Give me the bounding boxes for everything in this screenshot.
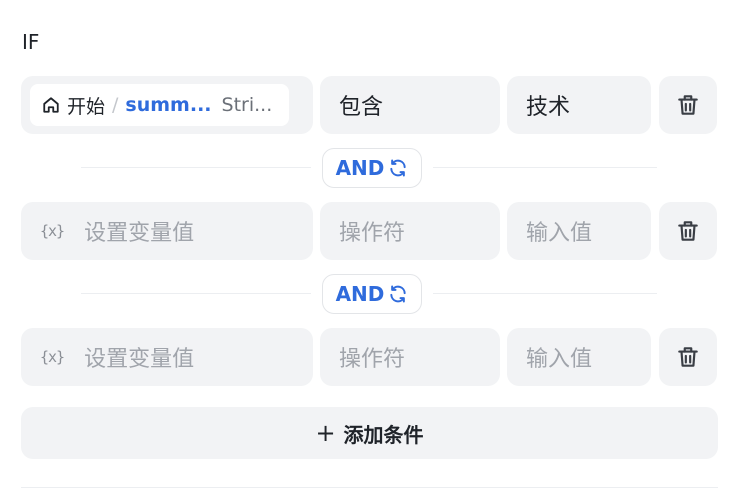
divider xyxy=(81,167,311,168)
divider xyxy=(21,487,718,488)
trash-icon xyxy=(678,221,698,241)
variable-type: Stri... xyxy=(221,94,273,116)
variable-placeholder: 设置变量值 xyxy=(84,221,195,246)
logic-label: AND xyxy=(335,156,385,180)
value-placeholder: 输入值 xyxy=(526,221,593,246)
logic-label: AND xyxy=(335,282,385,306)
divider xyxy=(81,293,311,294)
swap-icon xyxy=(388,158,408,178)
operator-select[interactable]: 操作符 xyxy=(320,328,500,386)
operator-placeholder: 操作符 xyxy=(339,221,406,246)
value-text: 技术 xyxy=(526,95,571,120)
divider xyxy=(433,293,657,294)
operator-select[interactable]: 包含 xyxy=(320,76,500,134)
trash-icon xyxy=(678,95,698,115)
plus-icon: + xyxy=(315,419,336,447)
variable-selector[interactable]: {x} 设置变量值 xyxy=(21,202,313,260)
value-input[interactable]: 技术 xyxy=(507,76,651,134)
and-toggle-button[interactable]: AND xyxy=(322,274,422,314)
variable-name: summ... xyxy=(125,94,212,116)
condition-row: {x} 设置变量值 操作符 输入值 xyxy=(21,328,717,386)
condition-row: 开始 / summ... Stri... 包含 技术 xyxy=(21,76,717,134)
value-placeholder: 输入值 xyxy=(526,347,593,372)
value-input[interactable]: 输入值 xyxy=(507,328,651,386)
if-label: IF xyxy=(22,30,40,54)
operator-select[interactable]: 操作符 xyxy=(320,202,500,260)
variable-icon: {x} xyxy=(40,348,65,366)
condition-row: {x} 设置变量值 操作符 输入值 xyxy=(21,202,717,260)
logic-connector: AND xyxy=(21,274,717,314)
trash-icon xyxy=(678,347,698,367)
delete-condition-button[interactable] xyxy=(659,202,717,260)
operator-value: 包含 xyxy=(339,95,384,120)
add-condition-button[interactable]: + 添加条件 xyxy=(21,407,718,459)
variable-selector[interactable]: {x} 设置变量值 xyxy=(21,328,313,386)
logic-connector: AND xyxy=(21,148,717,188)
delete-condition-button[interactable] xyxy=(659,76,717,134)
home-icon xyxy=(42,96,60,114)
operator-placeholder: 操作符 xyxy=(339,347,406,372)
add-condition-label: 添加条件 xyxy=(343,422,424,447)
variable-chip[interactable]: 开始 / summ... Stri... xyxy=(30,84,289,126)
path-separator: / xyxy=(112,94,119,116)
variable-placeholder: 设置变量值 xyxy=(84,347,195,372)
value-input[interactable]: 输入值 xyxy=(507,202,651,260)
and-toggle-button[interactable]: AND xyxy=(322,148,422,188)
divider xyxy=(433,167,657,168)
swap-icon xyxy=(388,284,408,304)
variable-selector[interactable]: 开始 / summ... Stri... xyxy=(21,76,313,134)
variable-source: 开始 xyxy=(67,95,106,118)
variable-icon: {x} xyxy=(40,222,65,240)
delete-condition-button[interactable] xyxy=(659,328,717,386)
